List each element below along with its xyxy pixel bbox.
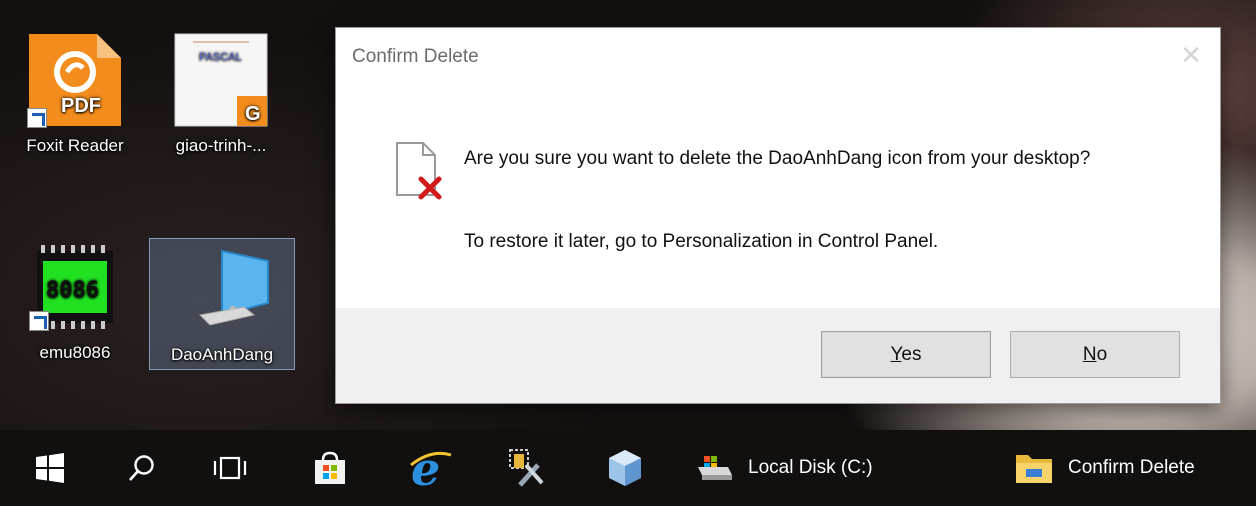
taskbar: e Local Disk (C:) Confirm Delete <box>0 430 1256 506</box>
shortcut-arrow-icon <box>27 108 47 128</box>
foxit-pdf-icon: PDF <box>27 32 123 128</box>
windows-start-icon[interactable] <box>30 430 70 506</box>
task-view-icon[interactable] <box>208 430 252 506</box>
svg-text:PDF: PDF <box>61 95 101 117</box>
store-icon[interactable] <box>308 430 352 506</box>
desktop-icon-label: emu8086 <box>39 343 111 362</box>
cube-app-icon[interactable] <box>600 430 650 506</box>
desktop-icon-daoanhdang[interactable]: DaoAnhDang <box>149 238 295 370</box>
taskbar-item-confirm-delete[interactable]: Confirm Delete <box>1014 430 1244 506</box>
shortcut-arrow-icon <box>29 311 49 331</box>
no-label: o <box>1096 344 1108 365</box>
taskbar-item-local-disk[interactable]: Local Disk (C:) <box>694 430 924 506</box>
desktop-icon-giao-trinh[interactable]: PASCAL G giao-trinh-... <box>148 32 294 156</box>
chip-8086-icon: 8086 <box>29 243 121 331</box>
desktop-icon-label: DaoAnhDang <box>170 345 274 364</box>
confirm-delete-dialog: Confirm Delete ✕ Are you sure you want t… <box>335 27 1221 404</box>
dialog-title: Confirm Delete <box>352 46 479 67</box>
delete-file-icon <box>393 141 443 201</box>
taskbar-item-label: Local Disk (C:) <box>748 457 873 478</box>
folder-icon <box>1016 455 1052 483</box>
yes-accelerator: Y <box>890 344 902 365</box>
desktop-icon-foxit-reader[interactable]: PDF Foxit Reader <box>2 32 148 156</box>
svg-text:G: G <box>245 103 261 125</box>
dialog-restore-hint: To restore it later, go to Personalizati… <box>464 231 939 252</box>
desktop-icon-emu8086[interactable]: 8086 emu8086 <box>2 243 148 363</box>
no-button[interactable]: No <box>1010 331 1180 378</box>
desktop-icon-label: giao-trinh-... <box>175 136 267 155</box>
drive-icon <box>698 456 732 480</box>
computer-icon <box>172 245 272 335</box>
search-icon[interactable] <box>122 430 162 506</box>
svg-text:e: e <box>411 445 440 491</box>
desktop-icon-label: Foxit Reader <box>26 136 124 155</box>
yes-button[interactable]: Yes <box>821 331 991 378</box>
document-thumbnail-icon: PASCAL G <box>173 32 269 128</box>
chip-text: 8086 <box>46 278 99 303</box>
no-accelerator: N <box>1082 344 1097 365</box>
internet-explorer-icon[interactable]: e <box>405 430 455 506</box>
tools-icon[interactable] <box>500 430 550 506</box>
taskbar-item-label: Confirm Delete <box>1068 457 1195 478</box>
thumbnail-text: PASCAL <box>199 51 242 63</box>
dialog-message: Are you sure you want to delete the DaoA… <box>464 148 1091 169</box>
yes-label: es <box>901 344 922 365</box>
close-icon[interactable]: ✕ <box>1176 40 1206 70</box>
dialog-footer: Yes No <box>336 308 1220 403</box>
